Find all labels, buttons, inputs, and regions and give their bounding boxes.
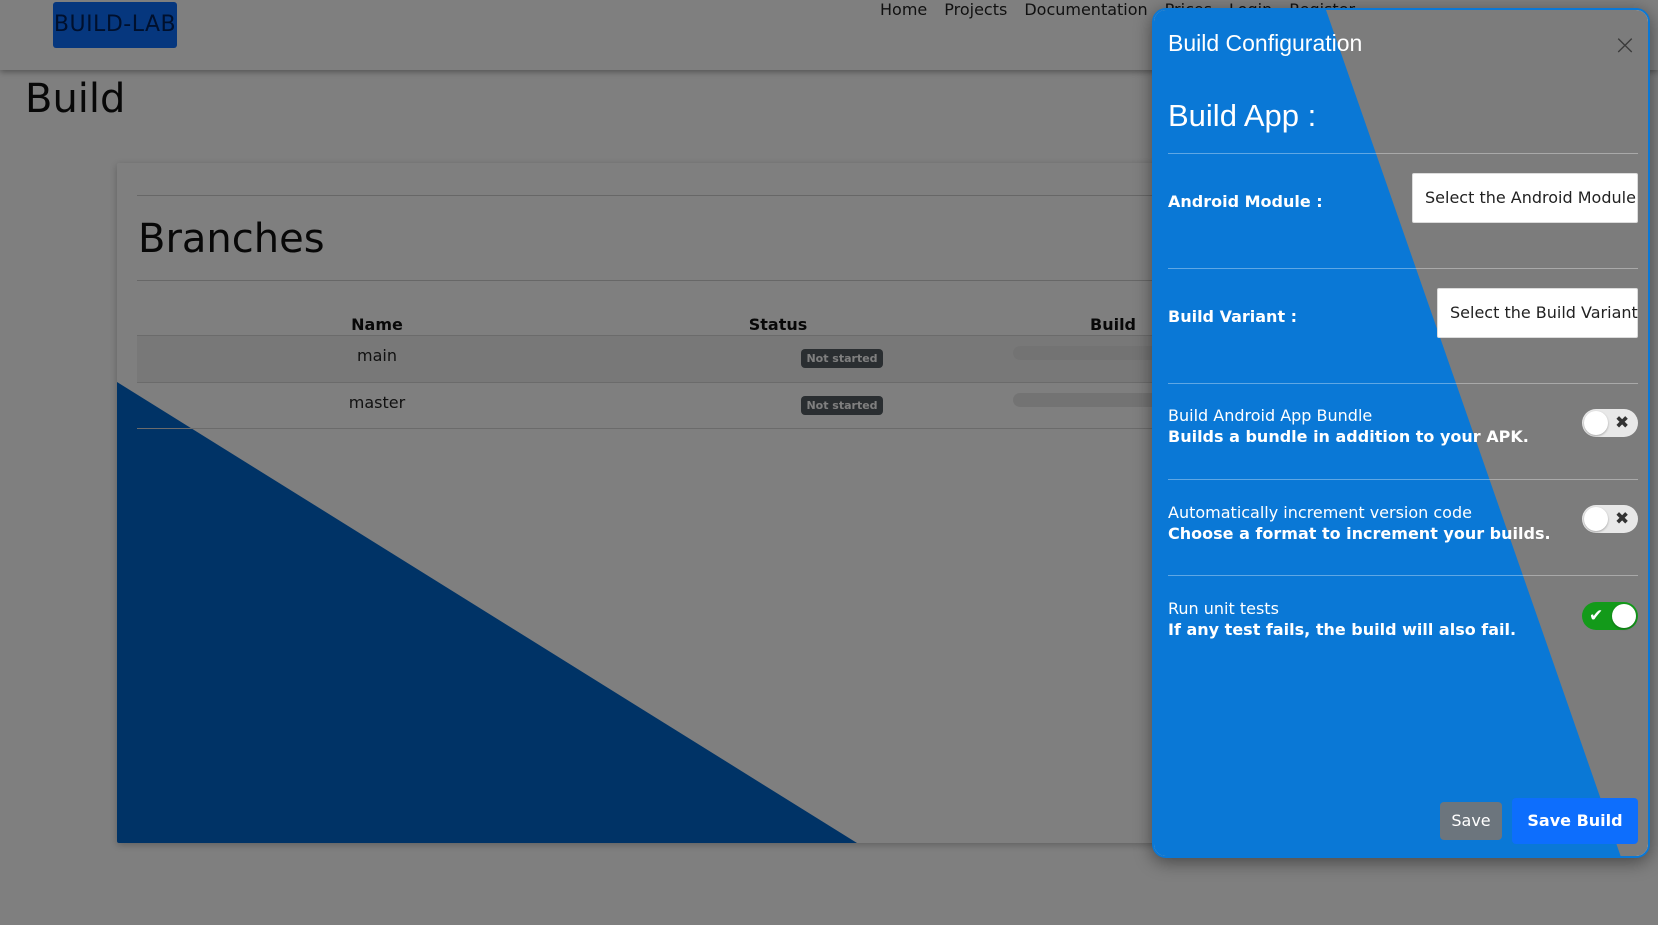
save-button[interactable]: Save bbox=[1440, 802, 1502, 840]
unit-tests-option-desc: If any test fails, the build will also f… bbox=[1168, 620, 1517, 639]
close-icon[interactable]: × bbox=[1612, 31, 1638, 59]
toggle-knob bbox=[1612, 604, 1636, 628]
android-module-select[interactable]: Select the Android Module bbox=[1412, 173, 1638, 223]
unit-tests-toggle[interactable]: ✔ bbox=[1582, 602, 1638, 630]
build-page: BUILD-LAB Home Projects Documentation Pr… bbox=[0, 0, 1658, 925]
unit-tests-option-title: Run unit tests bbox=[1168, 599, 1279, 618]
app-bundle-option-title: Build Android App Bundle bbox=[1168, 406, 1373, 425]
check-icon: ✔ bbox=[1589, 606, 1604, 626]
toggle-knob bbox=[1584, 507, 1608, 531]
build-app-heading: Build App : bbox=[1168, 98, 1317, 133]
panel-title: Build Configuration bbox=[1168, 30, 1363, 56]
version-code-toggle[interactable]: ✖ bbox=[1582, 505, 1638, 533]
panel-divider bbox=[1168, 383, 1638, 384]
app-bundle-toggle[interactable]: ✖ bbox=[1582, 409, 1638, 437]
panel-divider bbox=[1168, 575, 1638, 576]
version-code-option-desc: Choose a format to increment your builds… bbox=[1168, 524, 1551, 543]
app-bundle-option-desc: Builds a bundle in addition to your APK. bbox=[1168, 427, 1529, 446]
save-build-button[interactable]: Save Build bbox=[1512, 798, 1638, 844]
panel-divider bbox=[1168, 479, 1638, 480]
build-configuration-panel: Build Configuration × Build App : Androi… bbox=[1152, 8, 1650, 858]
x-icon: ✖ bbox=[1615, 413, 1630, 433]
build-variant-label: Build Variant : bbox=[1168, 307, 1298, 326]
version-code-option-title: Automatically increment version code bbox=[1168, 503, 1472, 522]
android-module-label: Android Module : bbox=[1168, 192, 1323, 211]
build-variant-select[interactable]: Select the Build Variant bbox=[1437, 288, 1638, 338]
x-icon: ✖ bbox=[1615, 509, 1630, 529]
panel-divider bbox=[1168, 153, 1638, 154]
panel-divider bbox=[1168, 268, 1638, 269]
toggle-knob bbox=[1584, 411, 1608, 435]
panel-content: Build Configuration × Build App : Androi… bbox=[1154, 10, 1648, 856]
